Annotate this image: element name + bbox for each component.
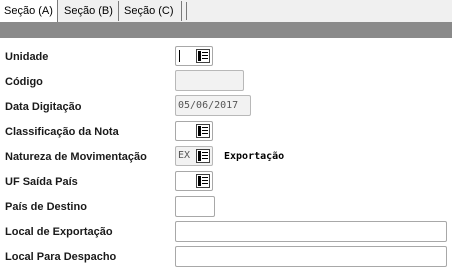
data-digitacao-field[interactable] [175, 95, 251, 116]
tab-separator [186, 2, 187, 20]
tab-secao-c[interactable]: Seção (C) [119, 1, 182, 21]
classificacao-field[interactable] [175, 121, 213, 141]
data-digitacao-label: Data Digitação [5, 101, 82, 113]
codigo-field[interactable] [175, 70, 244, 91]
unidade-field[interactable] [175, 46, 213, 66]
local-despacho-field[interactable] [175, 246, 447, 267]
natureza-description: Exportação [224, 151, 285, 162]
lookup-list-icon[interactable] [196, 124, 210, 138]
natureza-field[interactable]: EX [175, 146, 213, 166]
classificacao-label: Classificação da Nota [5, 126, 119, 138]
tab-secao-b[interactable]: Seção (B) [59, 1, 119, 21]
local-exportacao-field[interactable] [175, 221, 447, 242]
form-panel: Unidade Código Data Digitação Classifica… [0, 38, 452, 269]
pais-destino-field[interactable] [175, 196, 215, 217]
section-header-bar [0, 22, 452, 38]
local-exportacao-label: Local de Exportação [5, 226, 113, 238]
local-despacho-label: Local Para Despacho [5, 251, 117, 263]
lookup-list-icon[interactable] [196, 174, 210, 188]
uf-saida-label: UF Saída País [5, 176, 78, 188]
lookup-list-icon[interactable] [196, 149, 210, 163]
codigo-label: Código [5, 76, 43, 88]
text-caret [179, 50, 180, 62]
tab-secao-a[interactable]: Seção (A) [0, 0, 58, 22]
lookup-list-icon[interactable] [196, 49, 210, 63]
unidade-label: Unidade [5, 51, 49, 63]
tab-bar: Seção (A) Seção (B) Seção (C) [0, 0, 452, 22]
pais-destino-label: País de Destino [5, 201, 87, 213]
natureza-label: Natureza de Movimentação [5, 151, 147, 163]
uf-saida-field[interactable] [175, 171, 213, 191]
